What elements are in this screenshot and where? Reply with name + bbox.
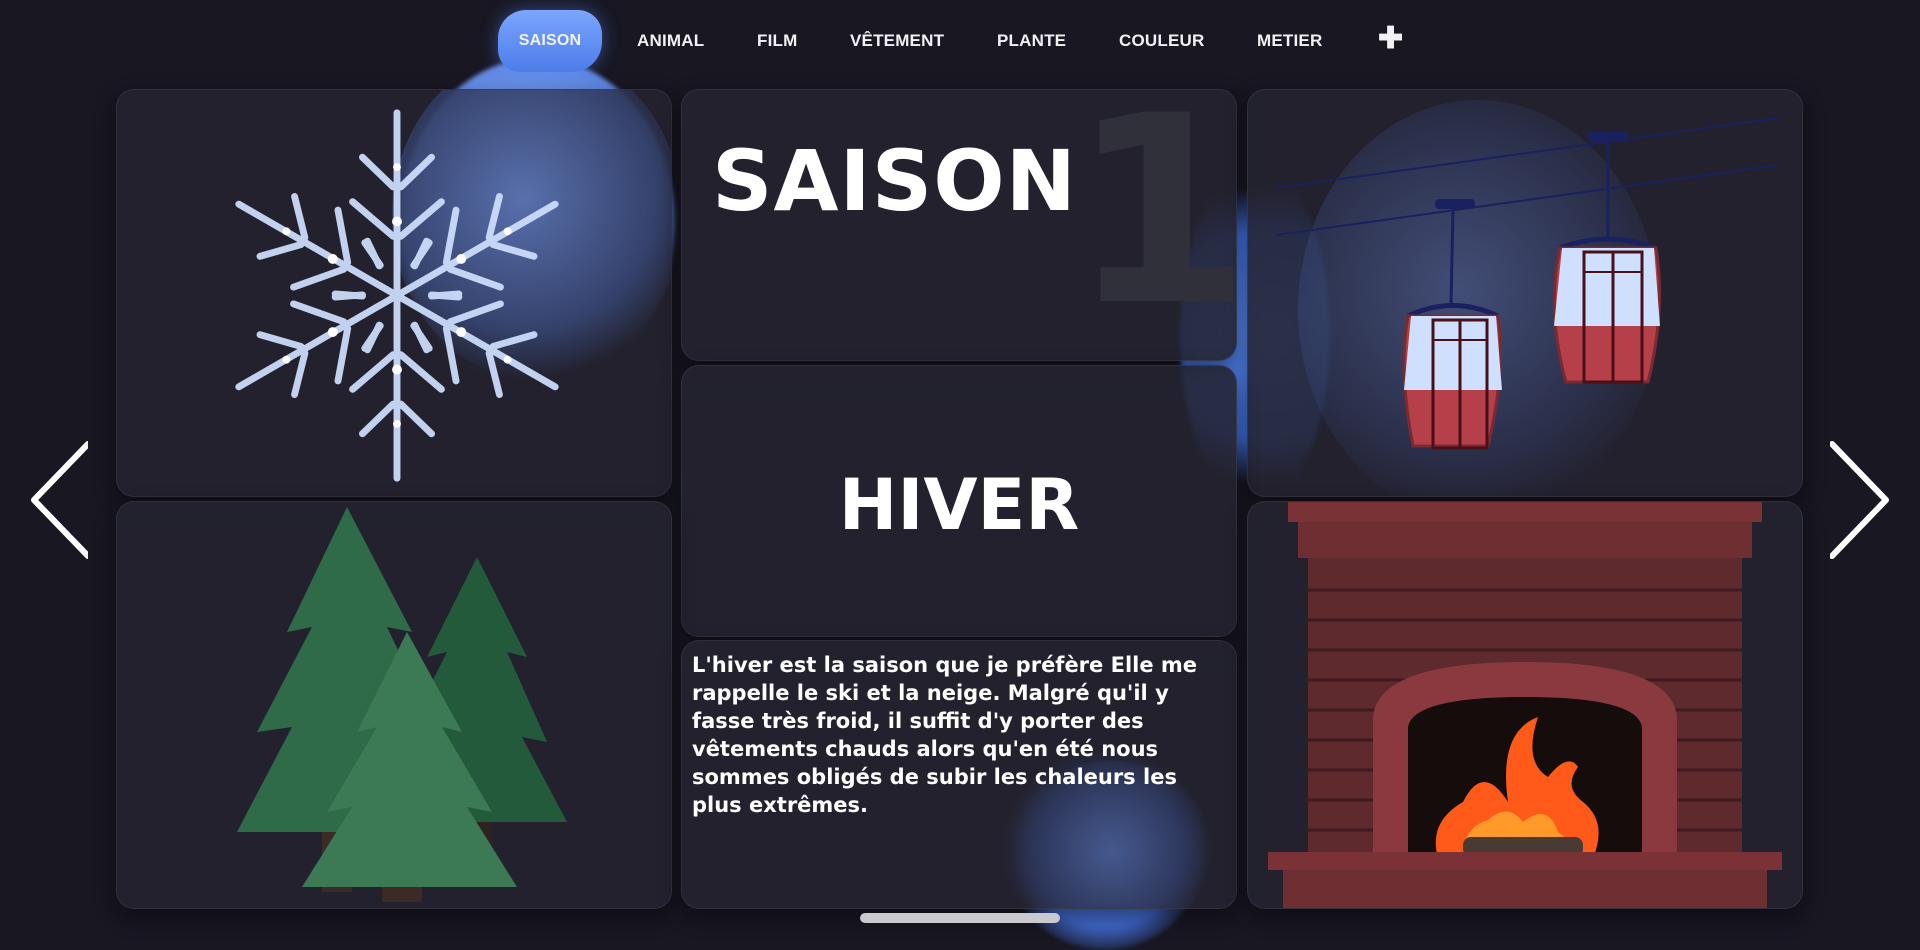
card-number: 1	[1070, 89, 1237, 361]
pine-trees-icon	[237, 507, 567, 902]
cable-car-card	[1247, 89, 1803, 497]
chevron-right-icon[interactable]	[1830, 440, 1890, 560]
category-nav: SAISON ANIMAL FILM VÊTEMENT PLANTE COULE…	[0, 8, 1920, 74]
nav-tab-couleur[interactable]: COULEUR	[1119, 20, 1204, 62]
trees-card	[116, 501, 672, 909]
nav-tab-film[interactable]: FILM	[757, 20, 797, 62]
nav-tab-plante[interactable]: PLANTE	[997, 20, 1066, 62]
nav-tab-saison[interactable]: SAISON	[498, 10, 602, 72]
item-description: L'hiver est la saison que je préfère Ell…	[692, 653, 1198, 817]
nav-tab-vetement[interactable]: VÊTEMENT	[850, 20, 944, 62]
category-title-card: 1 SAISON	[681, 89, 1237, 361]
snowflake-card	[116, 89, 672, 497]
nav-tab-animal[interactable]: ANIMAL	[637, 20, 704, 62]
fireplace-card	[1247, 501, 1803, 909]
chevron-left-icon[interactable]	[28, 440, 88, 560]
category-title: SAISON	[712, 132, 1077, 230]
item-title-card: HIVER	[681, 365, 1237, 637]
horizontal-scrollbar[interactable]	[860, 913, 1060, 923]
plus-icon[interactable]: ✚	[1378, 18, 1403, 60]
item-title: HIVER	[838, 464, 1080, 546]
description-card: L'hiver est la saison que je préfère Ell…	[681, 640, 1237, 909]
snowflake-icon	[217, 109, 577, 493]
nav-tab-metier[interactable]: METIER	[1257, 20, 1322, 62]
cable-car-icon	[1275, 117, 1779, 450]
fireplace-icon	[1268, 502, 1782, 908]
